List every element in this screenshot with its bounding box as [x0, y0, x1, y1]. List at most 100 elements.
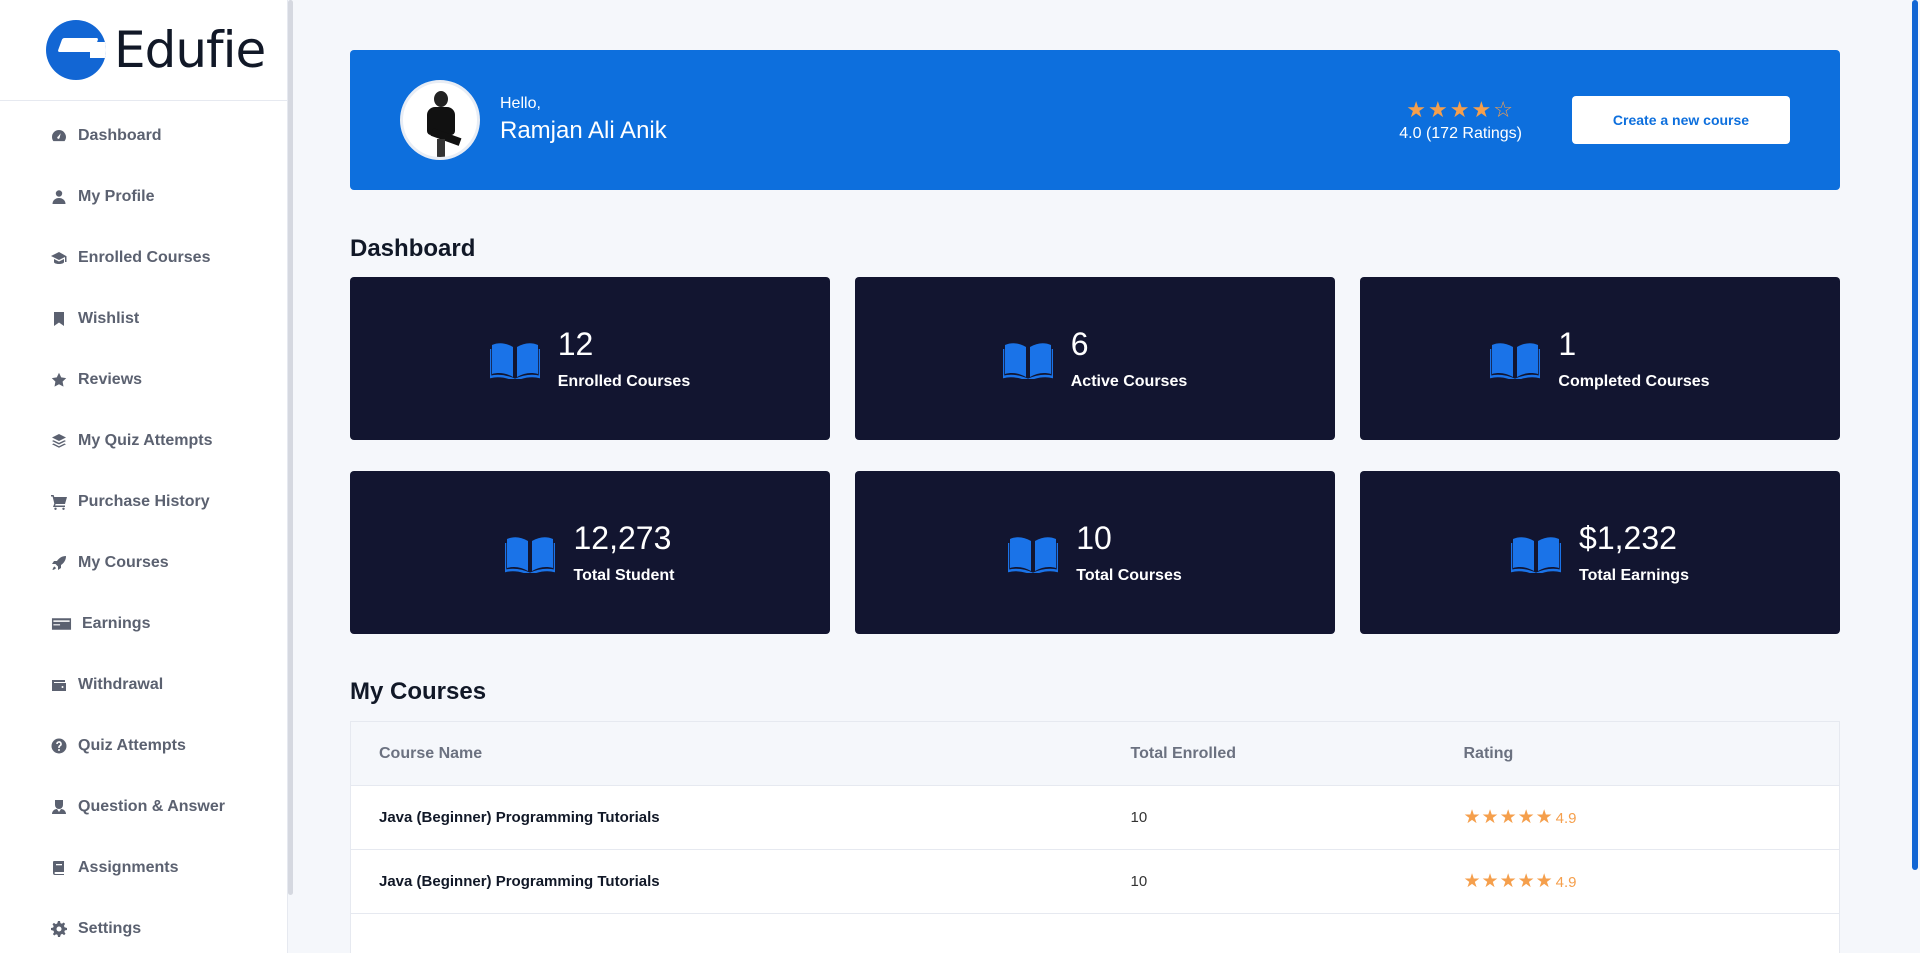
stat-value: 12,273: [573, 520, 672, 556]
sidebar-item-label: My Quiz Attempts: [78, 431, 213, 449]
sidebar-item-label: My Courses: [78, 553, 169, 571]
rating-value: 4.9: [1555, 874, 1577, 891]
star-filled-icon: ★: [1449, 97, 1472, 122]
sidebar-item-purchase-history[interactable]: Purchase History: [0, 471, 287, 532]
instructor-rating: ★★★★☆ 4.0 (172 Ratings): [1399, 97, 1522, 143]
sidebar-item-label: Enrolled Courses: [78, 248, 211, 266]
sidebar-item-label: Wishlist: [78, 309, 140, 327]
sidebar-item-enrolled-courses[interactable]: Enrolled Courses: [0, 227, 287, 288]
create-course-button[interactable]: Create a new course: [1572, 96, 1790, 144]
sidebar-item-label: Question & Answer: [78, 797, 225, 815]
column-header-total-enrolled[interactable]: Total Enrolled: [1102, 721, 1436, 786]
my-courses-title: My Courses: [350, 678, 487, 705]
stat-label: Total Earnings: [1579, 567, 1689, 584]
stat-card-total-earnings: $1,232 Total Earnings: [1360, 471, 1840, 634]
sidebar-item-label: Settings: [78, 919, 142, 937]
courses-table: Course Name Total Enrolled Rating Java (…: [350, 721, 1840, 953]
rating-summary: 4.0 (172 Ratings): [1399, 125, 1522, 142]
open-book-icon: [1511, 536, 1562, 573]
course-name-cell[interactable]: [350, 913, 1103, 953]
sidebar-item-quiz-attempts[interactable]: Quiz Attempts: [0, 715, 287, 776]
stat-value: 12: [557, 326, 594, 362]
brand-logo[interactable]: Edufie: [0, 0, 287, 101]
star-filled-icon: ★: [1428, 97, 1450, 122]
rating-cell: ★★★★★ 4.9: [1435, 849, 1840, 914]
sidebar-item-dashboard[interactable]: Dashboard: [0, 105, 287, 166]
stat-label: Completed Courses: [1558, 373, 1710, 390]
stat-label: Total Student: [573, 567, 675, 584]
open-book-icon: [505, 536, 556, 573]
greeting-text: Hello,: [500, 95, 541, 112]
user-name: Ramjan Ali Anik: [500, 117, 667, 144]
open-book-icon: [1490, 342, 1541, 379]
stat-label: Active Courses: [1070, 373, 1188, 390]
user-icon: [50, 188, 68, 206]
sidebar-item-withdrawal[interactable]: Withdrawal: [0, 654, 287, 715]
sidebar-item-my-courses[interactable]: My Courses: [0, 532, 287, 593]
sidebar-scrollbar[interactable]: [288, 0, 293, 895]
sidebar-item-label: Earnings: [82, 614, 151, 632]
profile-banner: Hello, Ramjan Ali Anik ★★★★☆ 4.0 (172 Ra…: [350, 50, 1840, 190]
sidebar-item-label: Reviews: [78, 370, 143, 388]
table-header-row: Course Name Total Enrolled Rating: [350, 721, 1840, 786]
sidebar-item-settings[interactable]: Settings: [0, 898, 287, 953]
enrolled-cell: 10: [1102, 785, 1436, 850]
sidebar-item-label: Dashboard: [78, 126, 162, 144]
column-header-course-name[interactable]: Course Name: [350, 721, 1103, 786]
avatar[interactable]: [400, 80, 480, 160]
sidebar-item-assignments[interactable]: Assignments: [0, 837, 287, 898]
sidebar-item-label: Quiz Attempts: [78, 736, 186, 754]
sidebar-item-wishlist[interactable]: Wishlist: [0, 288, 287, 349]
rating-cell: ★★★★★ 4.9: [1435, 785, 1840, 850]
course-name-cell[interactable]: Java (Beginner) Programming Tutorials: [350, 785, 1103, 850]
credit-card-icon: [50, 615, 72, 633]
course-name-cell[interactable]: Java (Beginner) Programming Tutorials: [350, 849, 1103, 914]
stat-card-total-courses: 10 Total Courses: [855, 471, 1335, 634]
open-book-icon: [489, 342, 540, 379]
stat-card-completed-courses: 1 Completed Courses: [1360, 277, 1840, 440]
sidebar-nav: Dashboard My Profile Enrolled Courses Wi…: [0, 101, 287, 953]
stat-value: 10: [1076, 520, 1112, 556]
rating-stars-icon: ★★★★★: [1463, 807, 1554, 828]
open-book-icon: [1008, 536, 1059, 573]
sidebar-item-label: Withdrawal: [78, 675, 164, 693]
wallet-icon: [50, 676, 68, 694]
sidebar-item-question-answer[interactable]: Question & Answer: [0, 776, 287, 837]
rating-stars: ★★★★☆: [1399, 97, 1522, 123]
stat-card-active-courses: 6 Active Courses: [855, 277, 1335, 440]
star-empty-icon: ☆: [1493, 97, 1515, 122]
stat-label: Total Courses: [1076, 567, 1182, 584]
cart-icon: [50, 493, 68, 511]
greeting-block: Hello, Ramjan Ali Anik: [500, 95, 667, 145]
sidebar-item-earnings[interactable]: Earnings: [0, 593, 287, 654]
sidebar-item-my-profile[interactable]: My Profile: [0, 166, 287, 227]
stat-label: Enrolled Courses: [557, 373, 691, 390]
stat-value: 1: [1558, 326, 1577, 362]
logo-mark-icon: [46, 20, 106, 80]
table-row[interactable]: Java (Beginner) Programming Tutorials 10…: [350, 849, 1840, 914]
page-scrollbar-thumb[interactable]: [1912, 0, 1918, 870]
open-book-icon: [1002, 342, 1053, 379]
rating-value: 4.9: [1555, 810, 1577, 827]
column-header-rating[interactable]: Rating: [1435, 721, 1840, 786]
question-circle-icon: [50, 737, 68, 755]
user-tie-icon: [50, 798, 68, 816]
gauge-icon: [50, 127, 68, 145]
main-content: Hello, Ramjan Ali Anik ★★★★☆ 4.0 (172 Ra…: [350, 50, 1840, 953]
star-filled-icon: ★: [1471, 97, 1494, 122]
sidebar-item-label: Assignments: [78, 858, 179, 876]
sidebar-item-my-quiz-attempts[interactable]: My Quiz Attempts: [0, 410, 287, 471]
stat-value: $1,232: [1579, 520, 1677, 556]
sidebar-item-label: Purchase History: [78, 492, 210, 510]
stats-grid: 12 Enrolled Courses 6 Active Courses 1 Comp…: [350, 277, 1840, 634]
layers-icon: [50, 432, 68, 450]
book-icon: [50, 859, 68, 877]
sidebar-item-reviews[interactable]: Reviews: [0, 349, 287, 410]
bookmark-icon: [50, 310, 68, 328]
stat-card-enrolled-courses: 12 Enrolled Courses: [350, 277, 830, 440]
rating-stars-icon: ★★★★★: [1463, 871, 1554, 892]
stat-value: 6: [1070, 326, 1089, 362]
enrolled-cell: [1102, 913, 1436, 953]
table-row[interactable]: Java (Beginner) Programming Tutorials 10…: [350, 785, 1840, 850]
table-row[interactable]: [350, 913, 1840, 953]
